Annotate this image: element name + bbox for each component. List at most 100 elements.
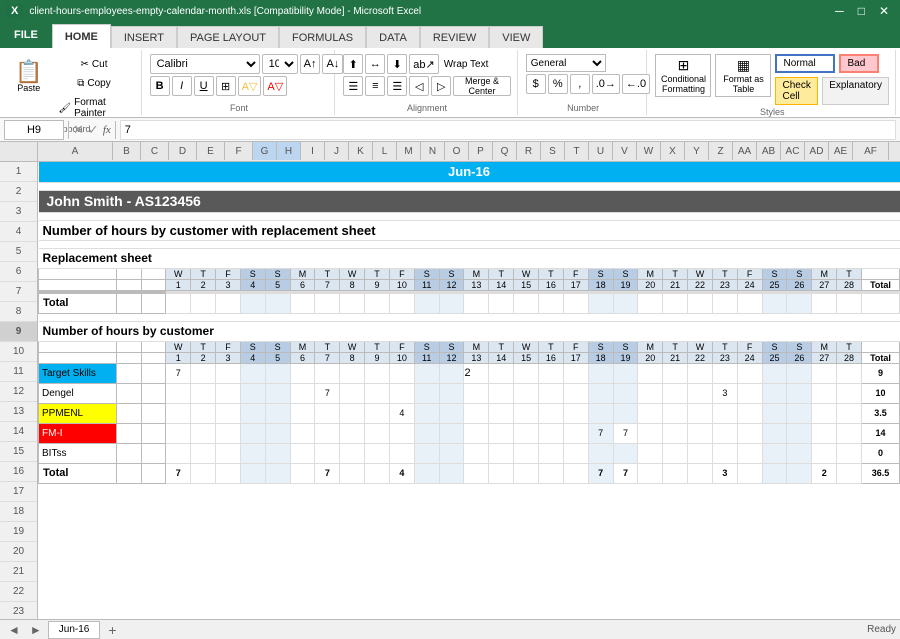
col-header-h[interactable]: H	[277, 142, 301, 160]
cell-num-2[interactable]: 2	[191, 279, 216, 290]
paste-button[interactable]: 📋 Paste	[8, 56, 49, 98]
cell-num-23[interactable]: 23	[712, 279, 737, 290]
col-header-q[interactable]: Q	[493, 142, 517, 160]
col-header-l[interactable]: L	[373, 142, 397, 160]
col-header-p[interactable]: P	[469, 142, 493, 160]
cell-num-25[interactable]: 25	[762, 279, 787, 290]
tab-home[interactable]: HOME	[52, 24, 111, 48]
col-header-n[interactable]: N	[421, 142, 445, 160]
cell-num-24[interactable]: 24	[737, 279, 762, 290]
cell-dengel-j[interactable]: 7	[315, 383, 340, 403]
cell-day-w3[interactable]: W	[514, 268, 539, 279]
cell-day-m3[interactable]: M	[638, 268, 663, 279]
tab-formulas[interactable]: FORMULAS	[279, 26, 366, 48]
cell-num-21[interactable]: 21	[663, 279, 688, 290]
cell-jun16[interactable]: Jun-16	[39, 162, 900, 182]
conditional-formatting-btn[interactable]: ⊞ Conditional Formatting	[655, 54, 711, 97]
cell-num-17[interactable]: 17	[563, 279, 588, 290]
cell-day-m4[interactable]: M	[812, 268, 837, 279]
cell-8b[interactable]	[116, 268, 141, 279]
cell-ppmenl-m[interactable]: 4	[389, 403, 414, 423]
cell-fmi-u[interactable]: 7	[588, 423, 613, 443]
cell-num-26[interactable]: 26	[787, 279, 812, 290]
cell-day-t5[interactable]: T	[539, 268, 564, 279]
bold-button[interactable]: B	[150, 76, 170, 96]
cell-day-f1[interactable]: F	[216, 268, 241, 279]
copy-button[interactable]: ⧉ Copy	[53, 75, 134, 92]
col-header-x[interactable]: X	[661, 142, 685, 160]
cell-ts-d[interactable]: 7	[166, 363, 191, 383]
tab-data[interactable]: DATA	[366, 26, 420, 48]
confirm-formula-icon[interactable]: ✓	[88, 122, 99, 138]
percent-btn[interactable]: %	[548, 74, 568, 94]
cell-day-m2[interactable]: M	[464, 268, 489, 279]
cell-day-t2[interactable]: T	[315, 268, 340, 279]
italic-button[interactable]: I	[172, 76, 192, 96]
align-middle-btn[interactable]: ↔	[365, 54, 385, 74]
add-sheet-btn[interactable]: +	[102, 622, 122, 638]
indent-decrease-btn[interactable]: ◁	[409, 76, 429, 96]
name-box[interactable]	[4, 120, 64, 140]
align-bottom-btn[interactable]: ⬇	[387, 54, 407, 74]
cell-num-15[interactable]: 15	[514, 279, 539, 290]
cell-num-12[interactable]: 12	[439, 279, 464, 290]
cell-day-t8[interactable]: T	[837, 268, 862, 279]
style-check-cell[interactable]: Check Cell	[775, 77, 818, 105]
tab-insert[interactable]: INSERT	[111, 26, 177, 48]
cell-day-t7[interactable]: T	[712, 268, 737, 279]
sheet-nav-right[interactable]: ►	[26, 623, 46, 637]
align-right-btn[interactable]: ☰	[387, 76, 407, 96]
align-left-btn[interactable]: ☰	[343, 76, 363, 96]
cell-day-t3[interactable]: T	[365, 268, 390, 279]
col-header-d[interactable]: D	[169, 142, 197, 160]
cell-ppmenl-label[interactable]: PPMENL	[39, 403, 117, 423]
cell-9c[interactable]	[141, 279, 166, 290]
cell-num-3[interactable]: 3	[216, 279, 241, 290]
cell-num-20[interactable]: 20	[638, 279, 663, 290]
cell-day-t6[interactable]: T	[663, 268, 688, 279]
tab-view[interactable]: VIEW	[489, 26, 543, 48]
cell-day-s5[interactable]: S	[588, 268, 613, 279]
col-header-t[interactable]: T	[565, 142, 589, 160]
fill-color-button[interactable]: A▽	[238, 76, 262, 96]
cell-day-w4[interactable]: W	[688, 268, 713, 279]
col-header-aa[interactable]: AA	[733, 142, 757, 160]
cell-8c[interactable]	[141, 268, 166, 279]
cell-day-f2[interactable]: F	[389, 268, 414, 279]
cancel-formula-icon[interactable]: ✕	[73, 122, 84, 138]
col-header-g[interactable]: G	[253, 142, 277, 160]
col-header-c[interactable]: C	[141, 142, 169, 160]
col-header-z[interactable]: Z	[709, 142, 733, 160]
cell-day-s6[interactable]: S	[613, 268, 638, 279]
cell-8a[interactable]	[39, 268, 117, 279]
col-header-y[interactable]: Y	[685, 142, 709, 160]
cell-day-f3[interactable]: F	[563, 268, 588, 279]
font-family-select[interactable]: Calibri	[150, 54, 260, 74]
cell-day-s7[interactable]: S	[762, 268, 787, 279]
format-as-table-btn[interactable]: ▦ Format as Table	[715, 54, 771, 97]
align-top-btn[interactable]: ⬆	[343, 54, 363, 74]
formula-input[interactable]	[120, 120, 896, 140]
insert-function-icon[interactable]: fx	[103, 124, 111, 136]
style-bad[interactable]: Bad	[839, 54, 879, 73]
tab-review[interactable]: REVIEW	[420, 26, 489, 48]
cell-day-t1[interactable]: T	[191, 268, 216, 279]
cell-day-t4[interactable]: T	[489, 268, 514, 279]
cell-day-s8[interactable]: S	[787, 268, 812, 279]
cell-num-5[interactable]: 5	[265, 279, 290, 290]
cell-num-14[interactable]: 14	[489, 279, 514, 290]
tab-page-layout[interactable]: PAGE LAYOUT	[177, 26, 279, 48]
indent-increase-btn[interactable]: ▷	[431, 76, 451, 96]
increase-font-btn[interactable]: A↑	[300, 54, 321, 74]
cell-num-9[interactable]: 9	[365, 279, 390, 290]
cell-day-w1[interactable]: W	[166, 268, 191, 279]
cell-day-s4[interactable]: S	[439, 268, 464, 279]
cell-bitss-label[interactable]: BITss	[39, 443, 117, 463]
cell-num-13[interactable]: 13	[464, 279, 489, 290]
cell-9b[interactable]	[116, 279, 141, 290]
col-header-m[interactable]: M	[397, 142, 421, 160]
grid-content[interactable]: Jun-16 John Smith - AS123456 Number of h…	[38, 162, 900, 619]
maximize-btn[interactable]: □	[853, 4, 870, 18]
font-size-select[interactable]: 10	[262, 54, 298, 74]
cell-name[interactable]: John Smith - AS123456	[39, 190, 900, 212]
